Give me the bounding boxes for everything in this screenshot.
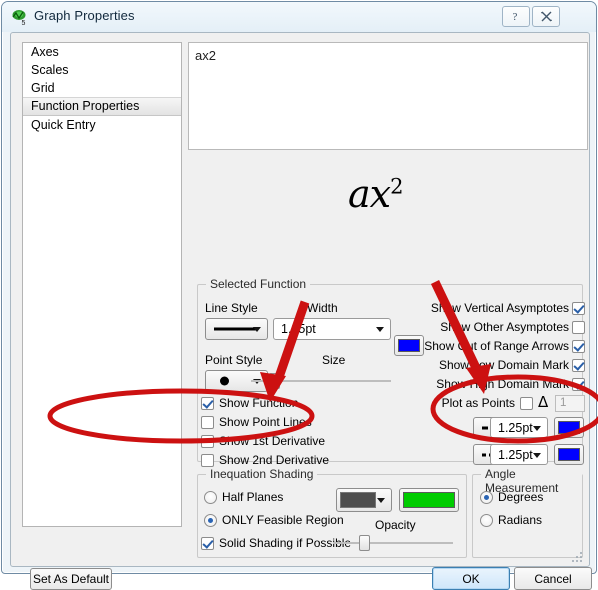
fill-color-button[interactable] [399, 488, 459, 512]
solid-shading-label: Solid Shading if Possible [219, 536, 352, 550]
line-style-select[interactable] [205, 318, 268, 340]
delta-value-field[interactable]: 1 [555, 395, 585, 412]
show-vertical-asymptotes-label: Show Vertical Asymptotes [430, 301, 569, 315]
plot-as-points-label: Plot as Points [441, 396, 515, 410]
formula-exponent: 2 [390, 174, 403, 199]
plot-as-points-checkbox[interactable] [520, 397, 533, 410]
graph-properties-window: 5 Graph Properties ? Axes Scales Grid Fu… [1, 1, 598, 590]
solid-line-icon [214, 327, 256, 331]
line-style-label: Line Style [205, 301, 258, 315]
radians-radio[interactable] [480, 514, 493, 527]
help-button[interactable]: ? [502, 6, 530, 27]
only-feasible-region-radio[interactable] [204, 514, 217, 527]
show-other-asymptotes-checkbox[interactable] [572, 321, 585, 334]
category-list[interactable]: Axes Scales Grid Function Properties Qui… [22, 42, 182, 527]
window-title: Graph Properties [34, 8, 135, 23]
first-derivative-color-button[interactable] [554, 417, 584, 438]
show-low-domain-mark-label: Show Low Domain Mark [438, 358, 569, 372]
function-input[interactable]: ax2 [188, 42, 588, 150]
show-2nd-derivative-checkbox[interactable] [201, 454, 214, 467]
slider-knob[interactable] [359, 535, 370, 551]
close-icon [540, 11, 552, 22]
ok-button[interactable]: OK [432, 567, 510, 590]
show-1st-derivative-checkbox[interactable] [201, 435, 214, 448]
show-high-domain-mark-checkbox[interactable] [572, 378, 585, 391]
show-other-asymptotes-label: Show Other Asymptotes [440, 320, 569, 334]
opacity-label: Opacity [375, 518, 416, 532]
formula-base: ax [348, 172, 391, 216]
inequation-shading-group-label: Inequation Shading [206, 467, 318, 481]
close-button[interactable] [532, 6, 560, 27]
show-function-checkbox[interactable] [201, 397, 214, 410]
width-select[interactable]: 1.25pt [273, 318, 391, 340]
graph-app-icon: 5 [12, 10, 26, 26]
svg-text:?: ? [512, 11, 517, 23]
show-point-lines-checkbox[interactable] [201, 416, 214, 429]
title-bar: 5 Graph Properties ? [2, 2, 596, 32]
slider-knob[interactable] [269, 373, 280, 389]
show-high-domain-mark-label: Show High Domain Mark [436, 377, 569, 391]
half-planes-radio[interactable] [204, 491, 217, 504]
second-derivative-color-button[interactable] [554, 444, 584, 465]
chevron-down-icon [377, 498, 385, 503]
half-planes-label: Half Planes [222, 490, 284, 504]
opacity-slider[interactable] [333, 535, 453, 551]
slider-track [333, 542, 453, 544]
show-function-label: Show Function [219, 396, 299, 410]
formula-preview: ax2 [188, 154, 588, 272]
chevron-down-icon [533, 425, 541, 431]
delta-symbol: Δ [538, 393, 549, 411]
formula-preview-text: ax2 [348, 172, 404, 216]
shade-color-select[interactable] [336, 488, 392, 512]
size-label: Size [322, 353, 346, 367]
point-style-label: Point Style [205, 353, 263, 367]
second-derivative-width-value: 1.25pt [498, 447, 533, 462]
dialog-client-area: Axes Scales Grid Function Properties Qui… [10, 32, 592, 590]
chevron-down-icon [253, 327, 261, 332]
degrees-radio[interactable] [480, 491, 493, 504]
first-derivative-width-value: 1.25pt [498, 420, 533, 435]
sidebar-item-axes[interactable]: Axes [23, 43, 181, 61]
fill-color-swatch [403, 492, 455, 508]
sidebar-item-function-properties[interactable]: Function Properties [23, 97, 181, 116]
second-derivative-width-select[interactable]: 1.25pt [490, 444, 548, 465]
point-size-slider[interactable] [251, 373, 391, 389]
show-out-of-range-arrows-label: Show Out of Range Arrows [424, 339, 569, 353]
cancel-button[interactable]: Cancel [514, 567, 592, 590]
show-1st-derivative-label: Show 1st Derivative [219, 434, 326, 448]
filled-circle-icon [220, 376, 229, 386]
first-derivative-width-select[interactable]: 1.25pt [490, 417, 548, 438]
help-icon: ? [512, 11, 517, 23]
degrees-label: Degrees [498, 490, 544, 504]
width-value: 1.25pt [281, 322, 316, 336]
only-feasible-region-label: ONLY Feasible Region [222, 513, 344, 527]
chevron-down-icon [376, 327, 384, 332]
second-derivative-color-swatch [558, 448, 580, 461]
shade-color-swatch [340, 492, 376, 508]
set-as-default-button[interactable]: Set As Default [30, 568, 112, 590]
sidebar-item-grid[interactable]: Grid [23, 79, 181, 97]
svg-text:5: 5 [22, 20, 26, 26]
chevron-down-icon [533, 452, 541, 458]
show-vertical-asymptotes-checkbox[interactable] [572, 302, 585, 315]
show-out-of-range-arrows-checkbox[interactable] [572, 340, 585, 353]
selected-function-group-label: Selected Function [206, 277, 311, 291]
show-point-lines-label: Show Point Lines [219, 415, 312, 429]
show-2nd-derivative-label: Show 2nd Derivative [219, 453, 330, 467]
solid-shading-checkbox[interactable] [201, 537, 214, 550]
sidebar-item-quick-entry[interactable]: Quick Entry [23, 116, 181, 134]
show-low-domain-mark-checkbox[interactable] [572, 359, 585, 372]
first-derivative-color-swatch [558, 421, 580, 434]
width-label: Width [307, 301, 338, 315]
sidebar-item-scales[interactable]: Scales [23, 61, 181, 79]
resize-grip-icon[interactable] [572, 550, 584, 562]
radians-label: Radians [498, 513, 543, 527]
